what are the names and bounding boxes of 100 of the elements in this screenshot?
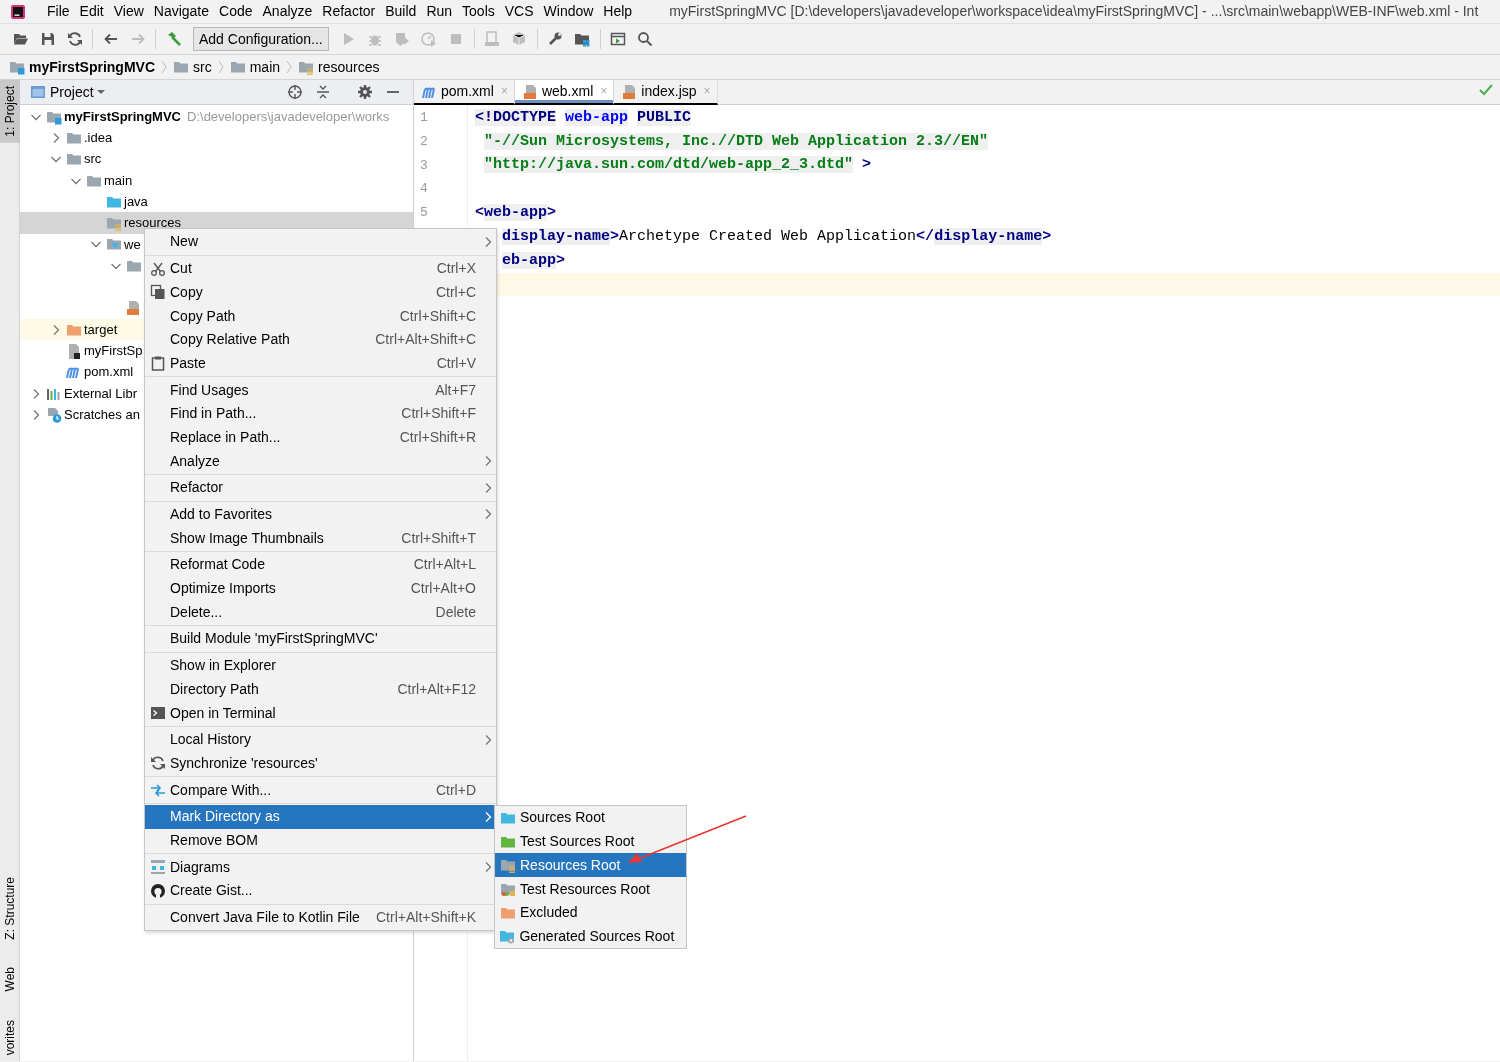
shortcut-text: Ctrl+Shift+T	[401, 529, 476, 547]
menu-item[interactable]: Reformat Code Ctrl+Alt+L	[145, 552, 496, 577]
tree-item[interactable]: myFirstSpringMVC	[64, 108, 181, 125]
checkmark-icon	[1478, 82, 1494, 98]
menu-item[interactable]: Mark Directory as	[145, 804, 496, 829]
tool-window-tab[interactable]: 1: Project	[0, 80, 20, 143]
tool-window-tab[interactable]: vorites	[0, 1013, 20, 1061]
settings-icon[interactable]	[357, 84, 373, 100]
menu-item[interactable]: Find Usages Alt+F7	[145, 378, 496, 402]
menu-item[interactable]: Convert Java File to Kotlin File Ctrl+Alt+Shift+K	[145, 905, 496, 930]
menu-item[interactable]: Optimize Imports Ctrl+Alt+O	[145, 576, 496, 601]
file-icon	[66, 342, 82, 359]
breadcrumb-item[interactable]: resources	[318, 58, 380, 76]
tool-window-tab[interactable]: Z: Structure	[0, 870, 20, 946]
folder-grid-icon[interactable]	[574, 31, 591, 47]
save-icon[interactable]	[39, 31, 56, 47]
menu-item[interactable]: Add to Favorites	[145, 502, 496, 527]
shortcut-text: Ctrl+Shift+F	[401, 405, 476, 423]
menu-item[interactable]: VCS	[499, 3, 539, 20]
tree-item[interactable]: resources	[124, 215, 182, 231]
menu-item[interactable]: Excluded	[495, 900, 686, 925]
menu-item[interactable]: Window	[538, 3, 599, 20]
menu-item[interactable]: Show in Explorer	[145, 653, 496, 678]
menu-item[interactable]: Synchronize 'resources'	[145, 751, 496, 776]
menu-item[interactable]: Show Image Thumbnails Ctrl+Shift+T	[145, 526, 496, 550]
shortcut-text: Ctrl+Shift+C	[399, 307, 476, 325]
folder-icon	[66, 151, 82, 168]
menu-item[interactable]: Replace in Path... Ctrl+Shift+R	[145, 425, 496, 450]
crosshair-icon[interactable]	[287, 84, 303, 100]
tree-item[interactable]: Scratches an	[64, 407, 140, 423]
menu-item[interactable]: Refactor	[145, 475, 496, 500]
menu-item[interactable]: Compare With... Ctrl+D	[145, 778, 496, 802]
folder-icon	[106, 236, 122, 253]
breadcrumb-item[interactable]: main	[249, 58, 281, 76]
tree-item[interactable]: myFirstSp	[84, 343, 143, 359]
folder-open-icon[interactable]	[12, 31, 29, 47]
menu-item[interactable]: Build	[380, 3, 422, 20]
menu-item[interactable]: Build Module 'myFirstSpringMVC'	[145, 627, 496, 651]
collapse-icon[interactable]	[315, 84, 331, 100]
menu-item[interactable]: Find in Path... Ctrl+Shift+F	[145, 401, 496, 426]
menu-item[interactable]: Analyze	[145, 449, 496, 473]
window-icon[interactable]	[610, 31, 627, 47]
menu-item[interactable]: Remove BOM	[145, 828, 496, 853]
menu-item[interactable]: Tools	[457, 3, 500, 20]
copy-icon	[149, 284, 166, 301]
menu-item[interactable]: Copy Path Ctrl+Shift+C	[145, 304, 496, 328]
panel-title[interactable]: Project	[50, 83, 94, 101]
panel-icon	[30, 84, 46, 100]
back-arrow-icon[interactable]	[102, 31, 119, 47]
code-line: "http://java.sun.com/dtd/web-app_2_3.dtd" >	[484, 156, 872, 175]
breadcrumb-item[interactable]: src	[193, 58, 212, 76]
menu-item[interactable]: Diagrams	[145, 855, 496, 879]
window-title: myFirstSpringMVC [D:\developers\javadeveloper\workspace\idea\myFirstSpringMVC] - ...\src\main\webapp\WEB-INF\web.xml - Int	[669, 3, 1479, 20]
wrench-icon[interactable]	[547, 31, 564, 47]
menu-item[interactable]: Help	[598, 3, 638, 20]
menu-item[interactable]: Test Resources Root	[495, 877, 686, 901]
terminal-icon	[149, 704, 166, 721]
tree-item[interactable]: we	[124, 236, 141, 253]
menu-item[interactable]: Test Sources Root	[495, 829, 686, 854]
tree-item[interactable]: External Libr	[64, 385, 137, 402]
run-configuration-button[interactable]: Add Configuration...	[193, 27, 329, 51]
file-icon	[522, 83, 539, 100]
editor-tab[interactable]: index.jsp ×	[614, 80, 718, 105]
tree-item[interactable]: java	[124, 194, 148, 210]
menu-item[interactable]: Create Gist...	[145, 878, 496, 903]
menu-item[interactable]: Copy Ctrl+C	[145, 280, 496, 305]
menu-item[interactable]: New	[145, 230, 496, 254]
menu-item[interactable]: Run	[421, 3, 458, 20]
menu-item[interactable]: Open in Terminal	[145, 701, 496, 725]
tree-item[interactable]: main	[104, 172, 133, 189]
menu-item[interactable]: Directory Path Ctrl+Alt+F12	[145, 677, 496, 702]
tree-item[interactable]: src	[84, 151, 102, 168]
scissors-icon	[149, 260, 166, 277]
tree-item[interactable]: .idea	[84, 130, 113, 146]
path-text: D:\developers\javadeveloper\works	[187, 108, 390, 125]
menu-item[interactable]: Paste Ctrl+V	[145, 351, 496, 376]
tool-window-tab[interactable]: Web	[0, 961, 20, 998]
editor-tab[interactable]: web.xml ×	[514, 80, 615, 105]
menu-item[interactable]: View	[108, 3, 149, 20]
menu-item[interactable]: File	[42, 3, 75, 20]
menu-item[interactable]: Navigate	[148, 3, 215, 20]
tree-item[interactable]: pom.xml	[84, 364, 134, 380]
menu-item[interactable]: Generated Sources Root	[495, 924, 686, 949]
menu-item[interactable]: Analyze	[257, 3, 318, 20]
search-icon[interactable]	[637, 31, 654, 47]
menu-item[interactable]: Refactor	[317, 3, 381, 20]
line-number: 4	[420, 181, 428, 198]
sync-icon[interactable]	[66, 31, 83, 47]
menu-item[interactable]: Delete... Delete	[145, 600, 496, 624]
menu-item[interactable]: Copy Relative Path Ctrl+Alt+Shift+C	[145, 327, 496, 352]
code-line: <web-app>	[475, 204, 557, 223]
menu-item[interactable]: Sources Root	[495, 806, 686, 830]
menu-item[interactable]: Cut Ctrl+X	[145, 256, 496, 281]
menu-item[interactable]: Local History	[145, 727, 496, 752]
menu-item[interactable]: Code	[214, 3, 258, 20]
menu-item[interactable]: Resources Root	[495, 853, 686, 878]
breadcrumb-item[interactable]: myFirstSpringMVC	[29, 58, 155, 76]
line-number: 5	[420, 205, 428, 221]
menu-item[interactable]: Edit	[74, 3, 109, 20]
tree-item[interactable]: target	[84, 321, 118, 338]
